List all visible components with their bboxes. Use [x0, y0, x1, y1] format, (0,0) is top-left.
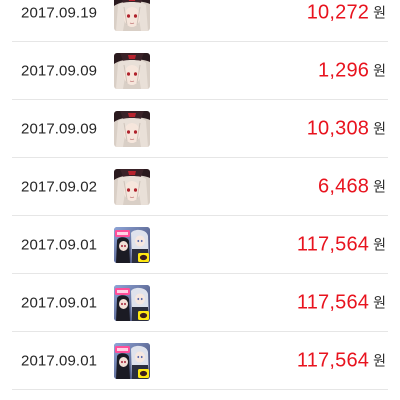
transaction-row[interactable]: 2017.09.09 10,308 원 — [12, 100, 388, 158]
transaction-amount-group: 10,308 원 — [307, 117, 386, 140]
transaction-date: 2017.09.01 — [21, 294, 98, 311]
game-a-character-icon — [114, 0, 150, 31]
transaction-amount-group: 117,564 원 — [297, 291, 386, 314]
transaction-amount: 117,564 — [296, 349, 370, 371]
transaction-row[interactable]: 2017.09.02 6,468 원 — [12, 158, 388, 216]
game-a-character-icon — [114, 52, 150, 89]
transaction-date: 2017.09.01 — [21, 236, 98, 253]
game-b-kakao-icon — [114, 284, 150, 321]
game-b-kakao-icon — [114, 342, 150, 379]
transaction-date: 2017.09.01 — [21, 352, 98, 369]
transaction-amount-group: 1,296 원 — [318, 59, 386, 82]
currency-unit: 원 — [373, 4, 386, 20]
currency-unit: 원 — [373, 178, 386, 194]
transaction-amount: 6,468 — [318, 175, 370, 197]
transaction-amount-group: 117,564 원 — [297, 349, 386, 372]
transaction-amount-group: 10,272 원 — [307, 1, 386, 24]
transaction-date: 2017.09.09 — [21, 62, 98, 79]
transaction-row[interactable]: 2017.09.01 117,564 원 — [12, 332, 388, 390]
game-b-kakao-icon — [114, 226, 150, 263]
game-a-character-icon — [114, 110, 150, 147]
transaction-list: 2017.09.19 10,272 원 2017.09.09 1,296 원 2… — [0, 0, 400, 390]
transaction-row[interactable]: 2017.09.01 117,564 원 — [12, 216, 388, 274]
transaction-row[interactable]: 2017.09.09 1,296 원 — [12, 42, 388, 100]
currency-unit: 원 — [373, 236, 386, 252]
transaction-amount: 117,564 — [296, 291, 370, 313]
currency-unit: 원 — [373, 352, 386, 368]
transaction-amount: 10,272 — [306, 1, 370, 23]
transaction-amount-group: 6,468 원 — [318, 175, 386, 198]
currency-unit: 원 — [373, 294, 386, 310]
transaction-date: 2017.09.02 — [21, 178, 98, 195]
transaction-amount: 117,564 — [296, 233, 370, 255]
transaction-date: 2017.09.19 — [21, 4, 98, 21]
transaction-amount: 10,308 — [306, 117, 370, 139]
transaction-date: 2017.09.09 — [21, 120, 98, 137]
transaction-row[interactable]: 2017.09.19 10,272 원 — [12, 0, 388, 42]
transaction-row[interactable]: 2017.09.01 117,564 원 — [12, 274, 388, 332]
transaction-amount: 1,296 — [318, 59, 370, 81]
game-a-character-icon — [114, 168, 150, 205]
transaction-amount-group: 117,564 원 — [297, 233, 386, 256]
currency-unit: 원 — [373, 62, 386, 78]
currency-unit: 원 — [373, 120, 386, 136]
